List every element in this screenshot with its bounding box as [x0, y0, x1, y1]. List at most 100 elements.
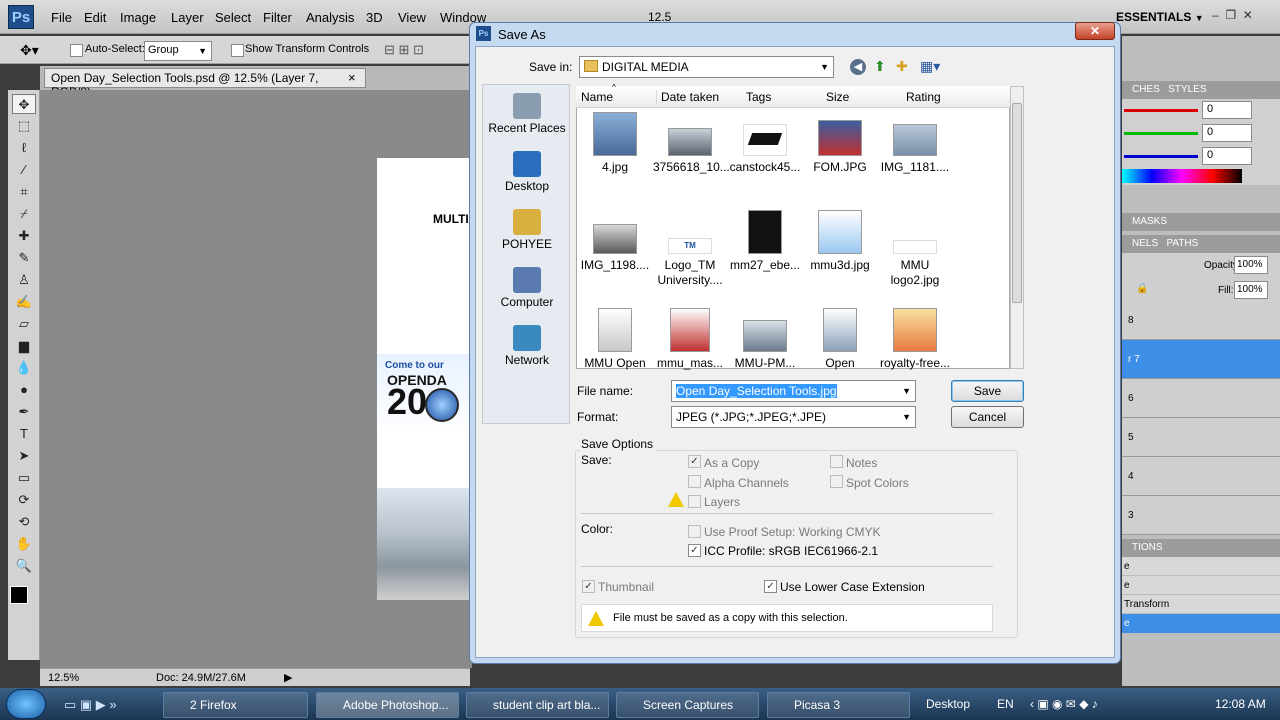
dodge-icon[interactable]: ● — [12, 380, 36, 400]
tab-channels[interactable]: NELS — [1132, 238, 1158, 249]
close-icon[interactable]: × — [348, 70, 356, 85]
file-name-input[interactable]: Open Day_Selection Tools.jpg ▼ — [671, 380, 916, 402]
save-button[interactable]: Save — [951, 380, 1024, 402]
column-name[interactable]: Name — [581, 90, 613, 104]
scrollbar-thumb[interactable] — [1012, 103, 1022, 303]
file-item[interactable]: 4.jpg — [578, 112, 652, 175]
menu-image[interactable]: Image — [120, 10, 156, 25]
layer-row[interactable]: 6 — [1122, 379, 1280, 418]
file-item[interactable]: MMU Open — [578, 308, 652, 371]
eraser-icon[interactable]: ▱ — [12, 314, 36, 334]
menu-select[interactable]: Select — [215, 10, 251, 25]
quick-launch-icons[interactable]: ▭ ▣ ▶ » — [64, 697, 117, 713]
pen-tool-icon[interactable]: ✒ — [12, 402, 36, 422]
column-rating[interactable]: Rating — [906, 90, 941, 104]
crop-tool-icon[interactable]: ⌗ — [12, 182, 36, 202]
as-copy-checkbox[interactable]: ✓ — [688, 455, 701, 468]
column-date-taken[interactable]: Date taken — [656, 90, 719, 104]
language-indicator[interactable]: EN — [997, 697, 1014, 711]
type-tool-icon[interactable]: T — [12, 424, 36, 444]
action-item[interactable]: e — [1122, 557, 1280, 576]
place-computer[interactable]: Computer — [483, 267, 571, 309]
path-select-icon[interactable]: ➤ — [12, 446, 36, 466]
file-item[interactable]: IMG_1198.... — [578, 210, 652, 273]
styles-panel-tabs[interactable]: CHES STYLES — [1122, 81, 1280, 99]
start-button[interactable] — [6, 689, 46, 719]
file-item[interactable]: canstock45... — [728, 112, 802, 175]
desktop-toolbar[interactable]: Desktop — [926, 697, 970, 711]
healing-brush-icon[interactable]: ✚ — [12, 226, 36, 246]
hand-tool-icon[interactable]: ✋ — [12, 534, 36, 554]
green-slider[interactable] — [1124, 132, 1198, 135]
layer-row[interactable]: 5 — [1122, 418, 1280, 457]
layer-row[interactable]: 3 — [1122, 496, 1280, 535]
menu-analysis[interactable]: Analysis — [306, 10, 354, 25]
notes-checkbox[interactable] — [830, 455, 843, 468]
lasso-tool-icon[interactable]: ℓ — [12, 138, 36, 158]
clock[interactable]: 12:08 AM — [1215, 697, 1266, 711]
color-swatches[interactable] — [8, 584, 39, 618]
layer-row-selected[interactable]: r 7 — [1122, 340, 1280, 379]
lock-icon[interactable]: 🔒 — [1136, 283, 1148, 294]
column-tags[interactable]: Tags — [746, 90, 771, 104]
tab-paths[interactable]: PATHS — [1166, 238, 1198, 249]
taskbar-item-photoshop[interactable]: Adobe Photoshop... — [316, 692, 459, 718]
menu-edit[interactable]: Edit — [84, 10, 106, 25]
action-item[interactable]: e — [1122, 576, 1280, 595]
format-dropdown[interactable]: JPEG (*.JPG;*.JPEG;*.JPE) ▼ — [671, 406, 916, 428]
clone-stamp-icon[interactable]: ♙ — [12, 270, 36, 290]
window-controls[interactable]: – ❐ ✕ — [1212, 8, 1253, 22]
opacity-input[interactable]: 100% — [1234, 256, 1268, 274]
taskbar-item-picasa[interactable]: Picasa 3 — [767, 692, 910, 718]
3d-rotate-icon[interactable]: ⟳ — [12, 490, 36, 510]
file-item[interactable]: MMU logo2.jpg — [878, 210, 952, 288]
up-folder-icon[interactable]: ⬆ — [874, 58, 886, 75]
file-item[interactable]: FOM.JPG — [803, 112, 877, 175]
taskbar-item-firefox[interactable]: 2 Firefox — [163, 692, 308, 718]
red-slider[interactable] — [1124, 109, 1198, 112]
blur-icon[interactable]: 💧 — [12, 358, 36, 378]
new-folder-icon[interactable]: ✚ — [896, 58, 908, 75]
gradient-icon[interactable]: ▆ — [12, 336, 36, 356]
layer-row[interactable]: 4 — [1122, 457, 1280, 496]
place-network[interactable]: Network — [483, 325, 571, 367]
use-proof-checkbox[interactable] — [688, 525, 701, 538]
history-brush-icon[interactable]: ✍ — [12, 292, 36, 312]
status-zoom[interactable]: 12.5% — [48, 672, 79, 684]
place-recent[interactable]: Recent Places — [483, 93, 571, 135]
file-item[interactable]: 3756618_10... — [653, 112, 730, 175]
back-icon[interactable]: ◀ — [850, 59, 866, 75]
green-value[interactable]: 0 — [1202, 124, 1252, 142]
move-tool-icon[interactable]: ✥▾ — [20, 42, 39, 59]
file-item[interactable]: royalty-free... — [878, 308, 952, 371]
blue-value[interactable]: 0 — [1202, 147, 1252, 165]
tab-styles[interactable]: STYLES — [1168, 84, 1206, 95]
file-item[interactable]: mm27_ebe... — [728, 210, 802, 273]
file-item[interactable]: mmu3d.jpg — [803, 210, 877, 273]
action-item-selected[interactable]: e — [1122, 614, 1280, 633]
document-canvas[interactable]: MULTI Come to our OPENDA 20 — [377, 158, 472, 600]
tab-masks[interactable]: MASKS — [1122, 213, 1280, 231]
layers-panel-tabs[interactable]: NELS PATHS — [1122, 235, 1280, 253]
column-size[interactable]: Size — [826, 90, 849, 104]
fill-input[interactable]: 100% — [1234, 281, 1268, 299]
zoom-tool-icon[interactable]: 🔍 — [12, 556, 36, 576]
move-tool-icon[interactable]: ✥ — [12, 94, 36, 114]
auto-select-checkbox[interactable] — [70, 44, 83, 57]
menu-file[interactable]: File — [51, 10, 72, 25]
view-menu-icon[interactable]: ▦▾ — [920, 58, 940, 75]
place-desktop[interactable]: Desktop — [483, 151, 571, 193]
red-value[interactable]: 0 — [1202, 101, 1252, 119]
document-tab[interactable]: Open Day_Selection Tools.psd @ 12.5% (La… — [44, 68, 366, 99]
taskbar-item-ie[interactable]: student clip art bla... — [466, 692, 609, 718]
tray-icons[interactable]: ‹ ▣ ◉ ✉ ◆ ♪ — [1030, 697, 1098, 711]
file-item[interactable]: mmu_mas... — [653, 308, 727, 371]
menu-view[interactable]: View — [398, 10, 426, 25]
place-user[interactable]: POHYEE — [483, 209, 571, 251]
menu-layer[interactable]: Layer — [171, 10, 204, 25]
show-transform-checkbox[interactable] — [231, 44, 244, 57]
file-item[interactable]: IMG_1181.... — [878, 112, 952, 175]
lower-case-checkbox[interactable]: ✓ — [764, 580, 777, 593]
save-in-dropdown[interactable]: DIGITAL MEDIA ▼ — [579, 56, 834, 78]
blue-slider[interactable] — [1124, 155, 1198, 158]
